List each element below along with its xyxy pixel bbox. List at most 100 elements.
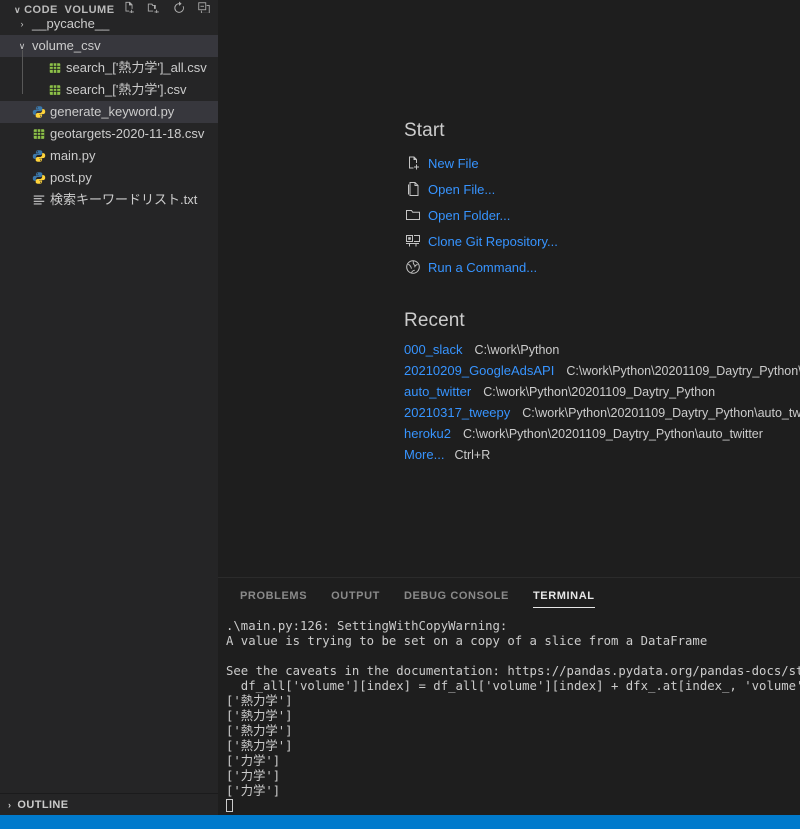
start-item-clonegitrepository[interactable]: Clone Git Repository...: [404, 230, 800, 252]
recent-item-path: C:\work\Python\20201109_Daytry_Python\au…: [522, 406, 800, 420]
python-file-icon: [30, 171, 48, 185]
new-folder-icon[interactable]: [146, 0, 162, 13]
tree-row-label: search_['熱力学'].csv: [66, 82, 187, 97]
terminal-line: ['力学']: [226, 769, 281, 783]
terminal-line: ['熱力学']: [226, 724, 293, 738]
tree-row-geotargets-2020-11-18.csv[interactable]: geotargets-2020-11-18.csv: [0, 123, 218, 145]
start-item-newfile[interactable]: New File: [404, 152, 800, 174]
tree-row-.txt[interactable]: 検索キーワードリスト.txt: [0, 189, 218, 211]
status-bar[interactable]: [0, 815, 800, 829]
recent-item-path: C:\work\Python: [474, 343, 560, 357]
recent-item-name: heroku2: [404, 426, 451, 441]
tree-row-search_.csv[interactable]: search_['熱力学'].csv: [0, 79, 218, 101]
recent-item-auto_twitter[interactable]: auto_twitter C:\work\Python\20201109_Dayt…: [404, 384, 800, 405]
start-item-label: New File: [428, 155, 479, 171]
git-clone-icon: [404, 233, 422, 249]
text-file-icon: [30, 193, 48, 207]
panel-tab-bar: PROBLEMS OUTPUT DEBUG CONSOLE TERMINAL: [218, 578, 800, 613]
recent-item-20210317_tweepy[interactable]: 20210317_tweepy C:\work\Python\20201109_D…: [404, 405, 800, 426]
recent-item-name: More...: [404, 447, 445, 462]
recent-item-path: C:\work\Python\20201109_Daytry_Python\au…: [462, 427, 763, 441]
tree-row-label: 検索キーワードリスト.txt: [50, 192, 198, 207]
welcome-editor: Start New File Open File... Open Folder...…: [218, 0, 800, 577]
outline-label: OUTLINE: [17, 798, 69, 811]
explorer-folder-name: CODE_VOLUME: [24, 4, 115, 14]
panel-tab-terminal[interactable]: TERMINAL: [521, 578, 607, 613]
start-item-label: Open Folder...: [428, 207, 511, 223]
start-item-label: Clone Git Repository...: [428, 233, 558, 249]
terminal-line: ['熱力学']: [226, 709, 293, 723]
tree-row-search__all.csv[interactable]: search_['熱力学']_all.csv: [0, 57, 218, 79]
terminal-line: ['熱力学']: [226, 739, 293, 753]
terminal-output[interactable]: .\main.py:126: SettingWithCopyWarning: A…: [218, 613, 800, 815]
tree-row-generate_keyword.py[interactable]: generate_keyword.py: [0, 101, 218, 123]
explorer-folder-title[interactable]: ∨ CODE_VOLUME: [14, 4, 115, 14]
run-command-icon: [404, 259, 422, 275]
chevron-down-icon: ∨: [14, 5, 22, 13]
explorer-title-row: ∨ CODE_VOLUME: [0, 0, 218, 13]
recent-item-path: C:\work\Python\20201109_Daytry_Python\au…: [566, 364, 800, 378]
tree-row-label: generate_keyword.py: [50, 104, 175, 119]
python-file-icon: [30, 105, 48, 119]
tree-row-label: volume_csv: [32, 38, 101, 53]
panel-tab-debugconsole[interactable]: DEBUG CONSOLE: [392, 578, 521, 613]
recent-item-name: 20210317_tweepy: [404, 405, 511, 420]
start-action-list: New File Open File... Open Folder... Clone …: [404, 152, 800, 278]
start-item-label: Open File...: [428, 181, 496, 197]
welcome-page: Start New File Open File... Open Folder...…: [218, 0, 800, 468]
recent-item-name: auto_twitter: [404, 384, 472, 399]
open-file-icon: [404, 181, 422, 197]
chevron-right-icon[interactable]: ›: [14, 19, 30, 29]
recent-item-name: 20210209_GoogleAdsAPI: [404, 363, 555, 378]
recent-heading: Recent: [404, 310, 465, 331]
terminal-line: ['力学']: [226, 784, 281, 798]
tree-row-__pycache__[interactable]: › __pycache__: [0, 13, 218, 35]
recent-item-name: 000_slack: [404, 342, 463, 357]
terminal-line: See the caveats in the documentation: ht…: [226, 664, 800, 678]
tree-row-label: post.py: [50, 170, 92, 185]
start-item-openfolder[interactable]: Open Folder...: [404, 204, 800, 226]
recent-item-000_slack[interactable]: 000_slack C:\work\Python: [404, 342, 800, 363]
recent-projects-list: 000_slack C:\work\Python 20210209_GoogleAd…: [404, 342, 800, 468]
start-item-label: Run a Command...: [428, 259, 538, 275]
explorer-sidebar: ∨ CODE_VOLUME › __pycache__ ∨ volume_csv…: [0, 0, 218, 815]
tree-row-label: main.py: [50, 148, 96, 163]
open-folder-icon: [404, 207, 422, 223]
refresh-icon[interactable]: [171, 0, 187, 13]
explorer-title-actions: [121, 0, 212, 13]
start-item-openfile[interactable]: Open File...: [404, 178, 800, 200]
panel-tab-problems[interactable]: PROBLEMS: [228, 578, 319, 613]
terminal-line: df_all['volume'][index] = df_all['volume…: [226, 679, 800, 693]
recent-item-more[interactable]: More... Ctrl+R: [404, 447, 800, 468]
terminal-line: ['力学']: [226, 754, 281, 768]
workbench-body: ∨ CODE_VOLUME › __pycache__ ∨ volume_csv…: [0, 0, 800, 815]
recent-item-20210209_googleadsapi[interactable]: 20210209_GoogleAdsAPI C:\work\Python\2020…: [404, 363, 800, 384]
recent-item-shortcut: Ctrl+R: [454, 448, 491, 462]
csv-file-icon: [46, 83, 64, 97]
tree-row-label: __pycache__: [32, 16, 110, 31]
tree-row-volume_csv[interactable]: ∨ volume_csv: [0, 35, 218, 57]
outline-section-header[interactable]: › OUTLINE: [0, 793, 218, 815]
tree-indent-guide: [22, 50, 23, 94]
new-file-icon[interactable]: [121, 0, 137, 13]
start-item-runacommand[interactable]: Run a Command...: [404, 256, 800, 278]
start-heading: Start: [404, 120, 445, 141]
tree-row-main.py[interactable]: main.py: [0, 145, 218, 167]
tree-row-label: geotargets-2020-11-18.csv: [50, 126, 205, 141]
terminal-line: .\main.py:126: SettingWithCopyWarning:: [226, 619, 515, 633]
recent-item-heroku2[interactable]: heroku2 C:\work\Python\20201109_Daytry_Py…: [404, 426, 800, 447]
python-file-icon: [30, 149, 48, 163]
csv-file-icon: [46, 61, 64, 75]
tree-row-post.py[interactable]: post.py: [0, 167, 218, 189]
bottom-panel: PROBLEMS OUTPUT DEBUG CONSOLE TERMINAL .\ma…: [218, 577, 800, 815]
collapse-all-icon[interactable]: [196, 0, 212, 13]
chevron-right-icon: ›: [8, 799, 12, 810]
terminal-line: ['熱力学']: [226, 694, 293, 708]
panel-tab-output[interactable]: OUTPUT: [319, 578, 392, 613]
editor-and-panel: Start New File Open File... Open Folder...…: [218, 0, 800, 815]
terminal-cursor-line: [226, 799, 800, 814]
tree-row-label: search_['熱力学']_all.csv: [66, 60, 207, 75]
new-file-icon: [404, 155, 422, 171]
terminal-cursor: [226, 799, 233, 812]
